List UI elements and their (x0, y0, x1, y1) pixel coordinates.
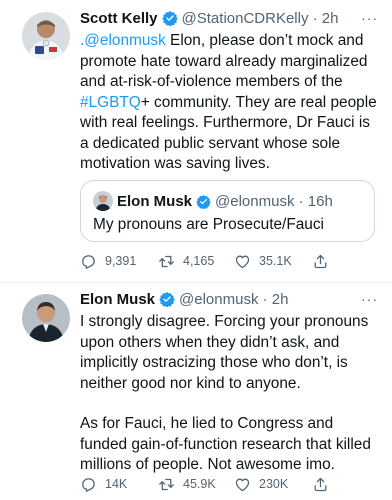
retweet-count: 4,165 (183, 254, 215, 268)
reply-button[interactable]: 9,391 (80, 251, 136, 271)
like-icon (235, 255, 250, 268)
quote-header: Elon Musk @elonmusk · 16h (117, 191, 333, 211)
astronaut-avatar-icon (22, 12, 70, 60)
hashtag-link[interactable]: #LGBTQ (80, 94, 141, 111)
text-paragraph: I strongly disagree. Forcing your pronou… (80, 313, 369, 392)
quote-author-name: Elon Musk (117, 192, 193, 210)
retweet-icon (159, 478, 174, 490)
verified-badge-icon (196, 194, 211, 209)
reply-icon (82, 254, 95, 269)
reply-button[interactable]: 14K (80, 474, 127, 494)
quote-text: My pronouns are Prosecute/Fauci (93, 216, 324, 233)
tweet-scott-kelly[interactable]: Scott Kelly @StationCDRKelly · 2h ··· .@… (0, 0, 392, 283)
author-handle-time: @elonmusk · 2h (179, 290, 289, 308)
quote-handle-time: @elonmusk · 16h (215, 192, 333, 210)
retweet-button[interactable]: 4,165 (158, 251, 214, 271)
share-icon (314, 254, 327, 268)
tweet-text: .@elonmusk Elon, please don’t mock and p… (80, 31, 380, 175)
mention-link[interactable]: .@elonmusk (80, 32, 166, 49)
share-icon (314, 477, 327, 491)
tweet-actions: 9,391 4,165 35.1K (80, 251, 370, 271)
quoted-tweet[interactable]: Elon Musk @elonmusk · 16h My pronouns ar… (80, 180, 375, 242)
quote-avatar-icon (93, 191, 113, 211)
tweet-elon-musk[interactable]: Elon Musk @elonmusk · 2h ··· I strongly … (0, 283, 392, 500)
more-icon[interactable]: ··· (361, 10, 378, 26)
reply-icon (82, 477, 95, 492)
verified-badge-icon (159, 292, 175, 307)
reply-count: 14K (105, 477, 128, 491)
like-count: 230K (259, 477, 289, 491)
like-icon (235, 478, 250, 491)
tweet-header: Elon Musk @elonmusk · 2h ··· (80, 289, 378, 309)
retweet-count: 45.9K (183, 477, 216, 491)
tweet-actions: 14K 45.9K 230K (80, 474, 370, 494)
author-handle-time: @StationCDRKelly · 2h (181, 9, 339, 27)
author-name[interactable]: Elon Musk (80, 291, 155, 308)
share-button[interactable] (312, 474, 337, 494)
more-icon[interactable]: ··· (361, 291, 378, 307)
avatar-elon-musk[interactable] (22, 294, 70, 342)
like-count: 35.1K (259, 254, 292, 268)
text-paragraph: As for Fauci, he lied to Congress and fu… (80, 415, 371, 473)
person-avatar-icon (22, 294, 70, 342)
author-name[interactable]: Scott Kelly (80, 10, 158, 27)
tweet-header: Scott Kelly @StationCDRKelly · 2h ··· (80, 8, 378, 28)
tweet-text: I strongly disagree. Forcing your pronou… (80, 312, 380, 476)
retweet-button[interactable]: 45.9K (158, 474, 216, 494)
reply-count: 9,391 (105, 254, 137, 268)
avatar-scott-kelly[interactable] (22, 12, 70, 60)
retweet-icon (159, 255, 174, 267)
verified-badge-icon (161, 11, 178, 26)
like-button[interactable]: 230K (234, 474, 288, 494)
share-button[interactable] (312, 251, 337, 271)
like-button[interactable]: 35.1K (234, 251, 292, 271)
quote-avatar (93, 191, 113, 211)
